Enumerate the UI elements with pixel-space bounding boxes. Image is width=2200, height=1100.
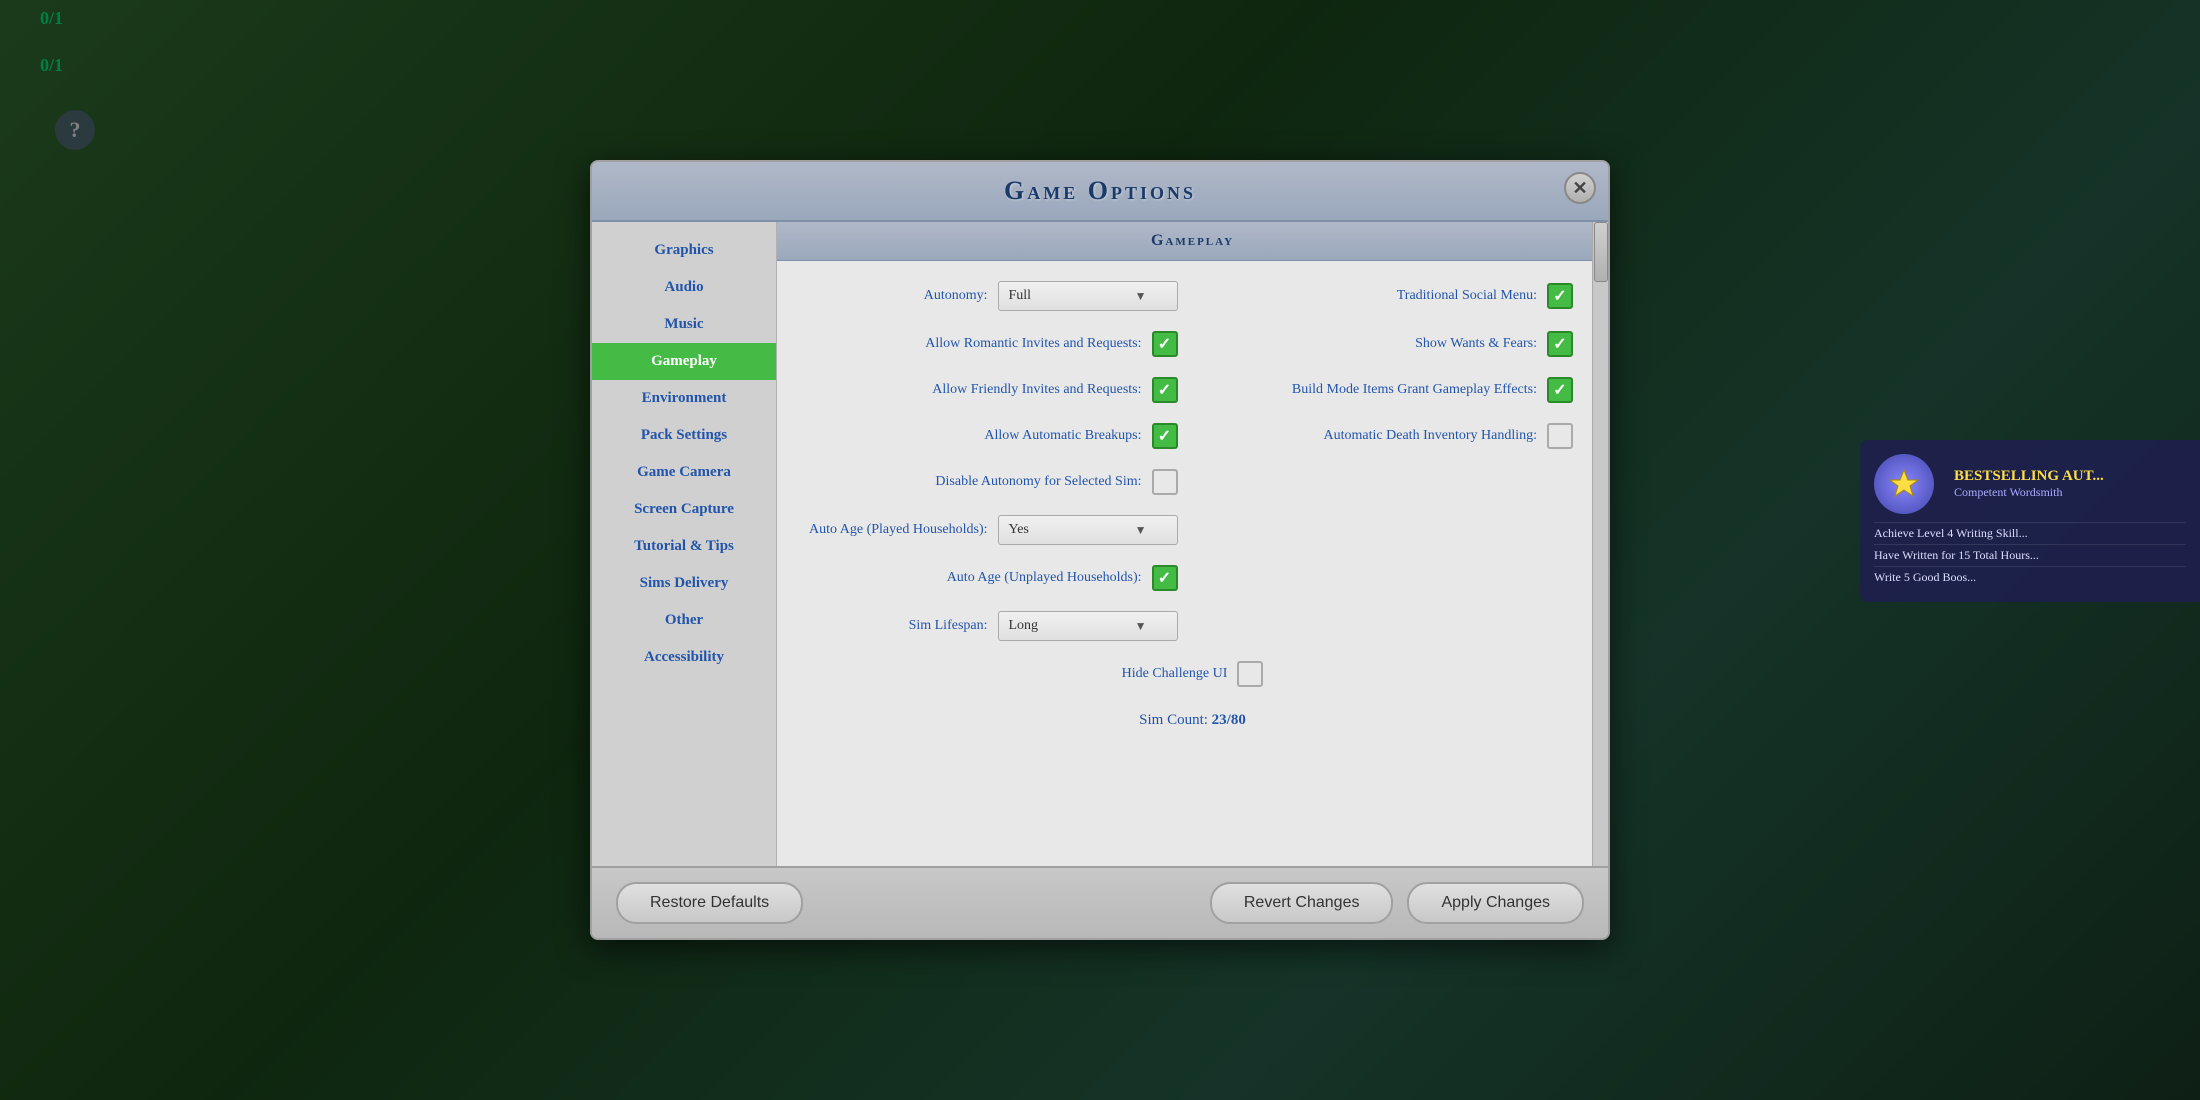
sidebar-item-screen-capture[interactable]: Screen Capture	[592, 491, 776, 528]
sidebar-item-sims-delivery[interactable]: Sims Delivery	[592, 565, 776, 602]
disable-autonomy-setting: Disable Autonomy for Selected Sim:	[797, 459, 1193, 505]
hide-challenge-ui-setting: Hide Challenge UI	[797, 651, 1588, 697]
sim-lifespan-label: Sim Lifespan:	[909, 618, 988, 634]
allow-automatic-breakups-checkbox[interactable]	[1152, 423, 1178, 449]
allow-automatic-breakups-label: Allow Automatic Breakups:	[984, 428, 1141, 444]
traditional-social-menu-label: Traditional Social Menu:	[1397, 288, 1537, 304]
sim-count-value: 23/80	[1212, 712, 1246, 728]
autonomy-value: Full	[1009, 288, 1032, 304]
sidebar-item-other[interactable]: Other	[592, 602, 776, 639]
autonomy-label: Autonomy:	[924, 288, 988, 304]
side-panel-title: Bestselling Aut...	[1954, 468, 2104, 485]
sim-lifespan-arrow-icon: ▼	[1135, 619, 1147, 634]
show-wants-fears-checkbox[interactable]	[1547, 331, 1573, 357]
sim-lifespan-dropdown[interactable]: Long ▼	[998, 611, 1178, 641]
auto-age-played-dropdown[interactable]: Yes ▼	[998, 515, 1178, 545]
automatic-death-inventory-checkbox[interactable]	[1547, 423, 1573, 449]
build-mode-items-setting: Build Mode Items Grant Gameplay Effects:	[1193, 367, 1589, 413]
allow-friendly-invites-checkbox[interactable]	[1152, 377, 1178, 403]
placeholder-right4	[1193, 601, 1589, 651]
sim-lifespan-setting: Sim Lifespan: Long ▼	[797, 601, 1193, 651]
sim-count-row: Sim Count: 23/80	[797, 697, 1588, 744]
hide-challenge-ui-checkbox[interactable]	[1237, 661, 1263, 687]
modal-header: Game Options ✕	[592, 162, 1608, 222]
build-mode-items-checkbox[interactable]	[1547, 377, 1573, 403]
sidebar-item-graphics[interactable]: Graphics	[592, 232, 776, 269]
show-wants-fears-setting: Show Wants & Fears:	[1193, 321, 1589, 367]
sidebar-item-tutorial-tips[interactable]: Tutorial & Tips	[592, 528, 776, 565]
placeholder-right2	[1193, 505, 1589, 555]
side-panel-subtitle: Competent Wordsmith	[1954, 485, 2104, 500]
close-button[interactable]: ✕	[1564, 172, 1596, 204]
sim-count-label: Sim Count:	[1139, 712, 1208, 728]
placeholder-right3	[1193, 555, 1589, 601]
allow-romantic-invites-checkbox[interactable]	[1152, 331, 1178, 357]
auto-age-played-label: Auto Age (Played Households):	[809, 522, 987, 538]
traditional-social-menu-checkbox[interactable]	[1547, 283, 1573, 309]
allow-friendly-invites-label: Allow Friendly Invites and Requests:	[932, 382, 1141, 398]
modal-footer: Restore Defaults Revert Changes Apply Ch…	[592, 866, 1608, 938]
scrollbar-track[interactable]	[1592, 222, 1608, 866]
auto-age-played-value: Yes	[1009, 522, 1029, 538]
autonomy-setting: Autonomy: Full ▼	[797, 271, 1193, 321]
game-options-modal: Game Options ✕ Graphics Audio Music Game…	[590, 160, 1610, 940]
sidebar-item-pack-settings[interactable]: Pack Settings	[592, 417, 776, 454]
autonomy-arrow-icon: ▼	[1135, 289, 1147, 304]
build-mode-items-label: Build Mode Items Grant Gameplay Effects:	[1292, 382, 1537, 398]
allow-romantic-invites-setting: Allow Romantic Invites and Requests:	[797, 321, 1193, 367]
auto-age-unplayed-setting: Auto Age (Unplayed Households):	[797, 555, 1193, 601]
auto-age-played-arrow-icon: ▼	[1135, 523, 1147, 538]
achievement-icon	[1874, 454, 1934, 514]
sidebar-item-audio[interactable]: Audio	[592, 269, 776, 306]
allow-friendly-invites-setting: Allow Friendly Invites and Requests:	[797, 367, 1193, 413]
auto-age-played-setting: Auto Age (Played Households): Yes ▼	[797, 505, 1193, 555]
section-header: Gameplay	[777, 222, 1608, 261]
disable-autonomy-checkbox[interactable]	[1152, 469, 1178, 495]
modal-title: Game Options	[1004, 176, 1196, 205]
sidebar-item-accessibility[interactable]: Accessibility	[592, 639, 776, 676]
automatic-death-inventory-setting: Automatic Death Inventory Handling:	[1193, 413, 1589, 459]
traditional-social-menu-setting: Traditional Social Menu:	[1193, 271, 1589, 321]
sim-lifespan-value: Long	[1009, 618, 1039, 634]
hide-challenge-ui-label: Hide Challenge UI	[1122, 666, 1228, 682]
show-wants-fears-label: Show Wants & Fears:	[1415, 336, 1537, 352]
achievement-item-3: Write 5 Good Boos...	[1874, 566, 2186, 588]
allow-romantic-invites-label: Allow Romantic Invites and Requests:	[925, 336, 1141, 352]
modal-body: Graphics Audio Music Gameplay Environmen…	[592, 222, 1608, 866]
sidebar-item-game-camera[interactable]: Game Camera	[592, 454, 776, 491]
settings-grid: Autonomy: Full ▼ Traditional Social Menu…	[777, 261, 1608, 754]
content-area: Gameplay Autonomy: Full ▼ Traditional So…	[777, 222, 1608, 866]
automatic-death-inventory-label: Automatic Death Inventory Handling:	[1324, 428, 1537, 444]
auto-age-unplayed-checkbox[interactable]	[1152, 565, 1178, 591]
side-panel-items: Achieve Level 4 Writing Skill... Have Wr…	[1874, 522, 2186, 588]
achievement-item-2: Have Written for 15 Total Hours...	[1874, 544, 2186, 566]
apply-changes-button[interactable]: Apply Changes	[1407, 882, 1584, 924]
scrollbar-thumb[interactable]	[1594, 222, 1608, 282]
auto-age-unplayed-label: Auto Age (Unplayed Households):	[947, 570, 1142, 586]
sidebar-item-music[interactable]: Music	[592, 306, 776, 343]
achievement-item-1: Achieve Level 4 Writing Skill...	[1874, 522, 2186, 544]
sidebar: Graphics Audio Music Gameplay Environmen…	[592, 222, 777, 866]
allow-automatic-breakups-setting: Allow Automatic Breakups:	[797, 413, 1193, 459]
placeholder-right	[1193, 459, 1589, 505]
sidebar-item-gameplay[interactable]: Gameplay	[592, 343, 776, 380]
achievement-panel: Bestselling Aut... Competent Wordsmith A…	[1860, 440, 2200, 602]
revert-changes-button[interactable]: Revert Changes	[1210, 882, 1394, 924]
sidebar-item-environment[interactable]: Environment	[592, 380, 776, 417]
restore-defaults-button[interactable]: Restore Defaults	[616, 882, 803, 924]
disable-autonomy-label: Disable Autonomy for Selected Sim:	[935, 474, 1141, 490]
autonomy-dropdown[interactable]: Full ▼	[998, 281, 1178, 311]
